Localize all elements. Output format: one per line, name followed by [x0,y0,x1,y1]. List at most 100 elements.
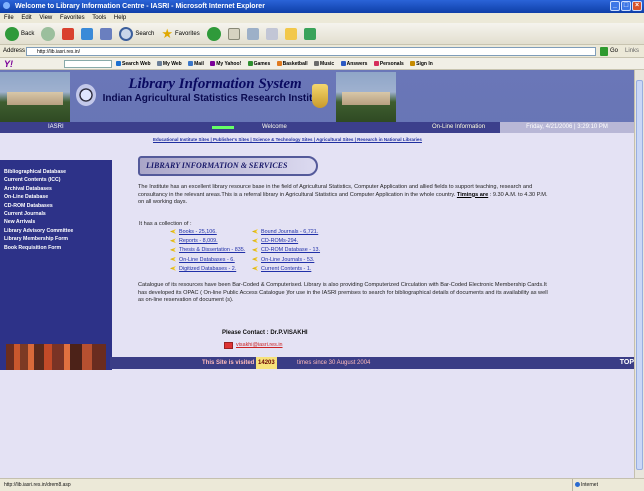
yahoo-toolbar-items: Search Web My Web Mail My Yahoo! Games B… [116,58,438,70]
edit-icon [265,27,278,40]
yahoo-logo[interactable]: Y! [4,58,13,70]
menu-file[interactable]: File [4,15,14,21]
collection-link-thesis[interactable]: Thesis & Dissertation - 835. [170,246,245,255]
collection-link-cdroms[interactable]: CD-ROMs-294. [252,237,320,246]
mail-icon [227,27,240,40]
menu-favorites[interactable]: Favorites [60,15,85,21]
window-title: Welcome to Library Information Centre - … [14,3,265,10]
sidebar-item-book-requisition-form[interactable]: Book Requisition Form [4,244,73,252]
sidebar-item-archival-databases[interactable]: Archival Databases [4,185,73,193]
top-link[interactable]: TOP [620,357,634,369]
standard-toolbar: Back Search ★ Favorites [0,23,644,45]
search-label: Search [135,30,155,37]
bullet-icon [170,229,176,234]
back-icon [5,26,19,41]
yahoo-basketball[interactable]: Basketball [276,61,308,67]
vertical-scrollbar[interactable] [634,70,644,478]
sidebar-item-new-arrivals[interactable]: New Arrivals [4,218,73,226]
strip-welcome: Welcome [212,122,287,133]
yahoo-personals[interactable]: Personals [373,61,404,67]
collection-list-right: Bound Journals - 6,721. CD-ROMs-294. CD-… [252,228,320,274]
refresh-icon [81,27,94,40]
edit-button[interactable] [264,26,280,42]
collection-link-current-contents[interactable]: Current Contents - 1. [252,265,320,274]
history-button[interactable] [205,26,223,42]
collection-link-online-databases[interactable]: On-Line Databases - 6. [170,256,245,265]
yahoo-my-web[interactable]: My Web [156,61,182,67]
timings-label: Timings are [456,191,489,198]
collection-link-reports[interactable]: Reports - 8,009. [170,237,245,246]
sidebar-item-current-journals[interactable]: Current Journals [4,210,73,218]
refresh-button[interactable] [79,26,95,42]
contact-email-link[interactable]: visakhi@iasri.res.in [236,342,283,348]
yahoo-toolbar: Y! Search Web My Web Mail My Yahoo! Game… [0,58,644,70]
catalogue-paragraph: Catalogue of its resources have been Bar… [138,282,548,304]
menu-tools[interactable]: Tools [92,15,106,21]
menu-bar: File Edit View Favorites Tools Help [0,13,644,23]
back-button[interactable]: Back [3,26,36,42]
forward-icon [41,26,56,41]
site-title: Library Information System [128,76,302,92]
favorites-button[interactable]: ★ Favorites [159,26,201,42]
yahoo-games[interactable]: Games [247,61,270,67]
yahoo-music[interactable]: Music [314,61,334,67]
collection-link-books[interactable]: Books - 25,106. [170,228,245,237]
home-button[interactable] [98,26,114,42]
campus-photo-left [0,72,70,122]
menu-help[interactable]: Help [114,15,126,21]
menu-edit[interactable]: Edit [21,15,31,21]
contact-label: Please Contact : Dr.P.VISAKHI [222,330,308,336]
bullet-icon [252,247,258,253]
strip-online-info[interactable]: On-Line Information [432,122,485,133]
stop-icon [62,27,75,40]
window-controls: _ □ × [610,1,642,11]
messenger-button[interactable] [302,26,318,42]
collection-link-online-journals[interactable]: On-Line Journals - 53. [252,256,320,265]
visitor-counter-bar: This Site is visited 14203 times since 3… [110,357,634,369]
collection-link-cdrom-database[interactable]: CD-ROM Database - 13. [252,246,320,255]
sidebar-item-library-advisory-committee[interactable]: Library Advisory Committee [4,227,73,235]
scrollbar-thumb[interactable] [636,80,643,470]
security-zone: Internet [572,479,644,491]
bullet-icon [170,238,176,244]
yahoo-my-yahoo[interactable]: My Yahoo! [210,61,241,67]
sidebar-item-bibliographical-database[interactable]: Bibliographical Database [4,168,73,176]
menu-view[interactable]: View [39,15,52,21]
sidebar-item-current-contents[interactable]: Current Contents (ICC) [4,176,73,184]
go-icon[interactable] [600,47,608,56]
messenger-icon [303,27,316,40]
forward-button[interactable] [39,26,57,42]
yahoo-sign-in[interactable]: Sign In [410,61,433,67]
address-input[interactable]: http://lib.iasri.res.in/ [26,47,596,56]
history-icon [206,26,221,41]
visitor-text: This Site is visited 14203 [202,357,277,369]
minimize-button[interactable]: _ [610,1,620,11]
folder-button[interactable] [283,26,299,42]
bullet-icon [252,229,258,234]
collection-link-bound-journals[interactable]: Bound Journals - 6,721. [252,228,320,237]
sidebar-item-library-membership-form[interactable]: Library Membership Form [4,235,73,243]
top-links[interactable]: Educational Institute Sites | Publisher'… [153,137,553,142]
visitor-count: 14203 [256,357,277,369]
bullet-icon [252,256,258,262]
yahoo-search-input[interactable] [64,60,112,68]
sidebar-item-online-database[interactable]: On-Line Database [4,193,73,201]
yahoo-mail[interactable]: Mail [188,61,204,67]
yahoo-answers[interactable]: Answers [340,61,367,67]
close-button[interactable]: × [632,1,642,11]
collection-link-digitized-databases[interactable]: Digitized Databases - 2. [170,265,245,274]
search-icon [119,26,134,41]
bullet-icon [170,265,176,271]
maximize-button[interactable]: □ [621,1,631,11]
print-button[interactable] [245,26,261,42]
sidebar-item-cdrom-databases[interactable]: CD-ROM Databases [4,202,73,210]
stop-button[interactable] [60,26,76,42]
links-button[interactable]: Links [625,45,639,58]
visitor-suffix: times since 30 August 2004 [297,360,371,366]
section-title: LIBRARY INFORMATION & SERVICES [138,156,318,176]
header-strip: IASRI Welcome On-Line Information Friday… [0,122,634,133]
search-button[interactable]: Search [117,26,156,42]
yahoo-search-web[interactable]: Search Web [116,61,151,67]
mail-button[interactable] [226,26,242,42]
go-button[interactable]: Go [610,45,618,58]
